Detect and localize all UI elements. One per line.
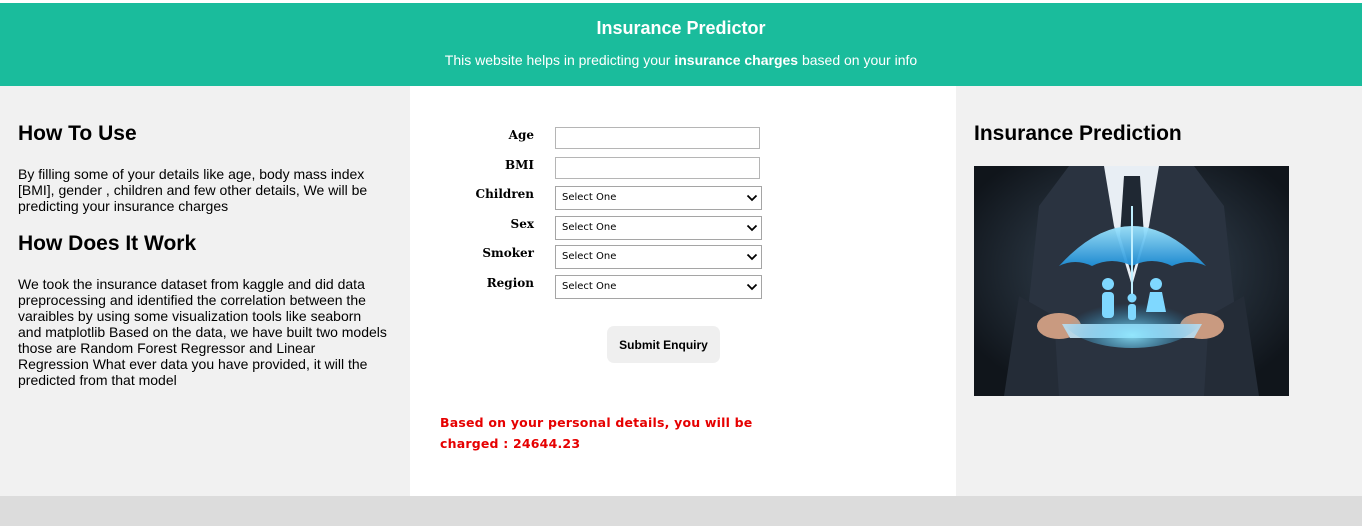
- insurance-prediction-panel: Insurance Prediction: [956, 86, 1362, 496]
- site-header: Insurance Predictor This website helps i…: [0, 3, 1362, 86]
- how-it-works-text: We took the insurance dataset from kaggl…: [18, 276, 387, 388]
- subtitle-emphasis: insurance charges: [674, 52, 799, 68]
- how-to-use-heading: How To Use: [18, 122, 137, 145]
- how-to-use-panel: How To Use By filling some of your detai…: [0, 86, 410, 496]
- site-subtitle: This website helps in predicting your in…: [0, 52, 1362, 68]
- insurance-umbrella-family-image: [974, 166, 1289, 396]
- submit-enquiry-button[interactable]: Submit Enquiry: [607, 326, 720, 363]
- chevron-down-icon: [746, 224, 758, 232]
- subtitle-text-end: based on your info: [798, 52, 918, 68]
- smoker-selected-value: Select One: [562, 251, 617, 262]
- chevron-down-icon: [746, 194, 758, 202]
- children-label: Children: [475, 187, 534, 201]
- age-input[interactable]: [555, 127, 760, 149]
- region-selected-value: Select One: [562, 281, 617, 292]
- children-select[interactable]: Select One: [555, 186, 762, 210]
- sex-selected-value: Select One: [562, 222, 617, 233]
- subtitle-text-start: This website helps in predicting your: [444, 52, 675, 68]
- prediction-result-text: Based on your personal details, you will…: [440, 415, 753, 451]
- age-label: Age: [508, 128, 534, 142]
- smoker-select[interactable]: Select One: [555, 245, 762, 269]
- smoker-label: Smoker: [482, 246, 534, 260]
- bmi-label: BMI: [504, 158, 534, 172]
- chevron-down-icon: [746, 283, 758, 291]
- sex-label: Sex: [510, 217, 534, 231]
- insurance-prediction-heading: Insurance Prediction: [974, 122, 1182, 145]
- region-select[interactable]: Select One: [555, 275, 762, 299]
- how-to-use-text: By filling some of your details like age…: [18, 166, 368, 214]
- region-label: Region: [486, 276, 534, 290]
- children-selected-value: Select One: [562, 192, 617, 203]
- bmi-input[interactable]: [555, 157, 760, 179]
- prediction-form-panel: Age BMI Children Select One Sex Select O…: [410, 86, 956, 496]
- how-it-works-heading: How Does It Work: [18, 232, 197, 255]
- sex-select[interactable]: Select One: [555, 216, 762, 240]
- site-title: Insurance Predictor: [596, 18, 766, 38]
- chevron-down-icon: [746, 253, 758, 261]
